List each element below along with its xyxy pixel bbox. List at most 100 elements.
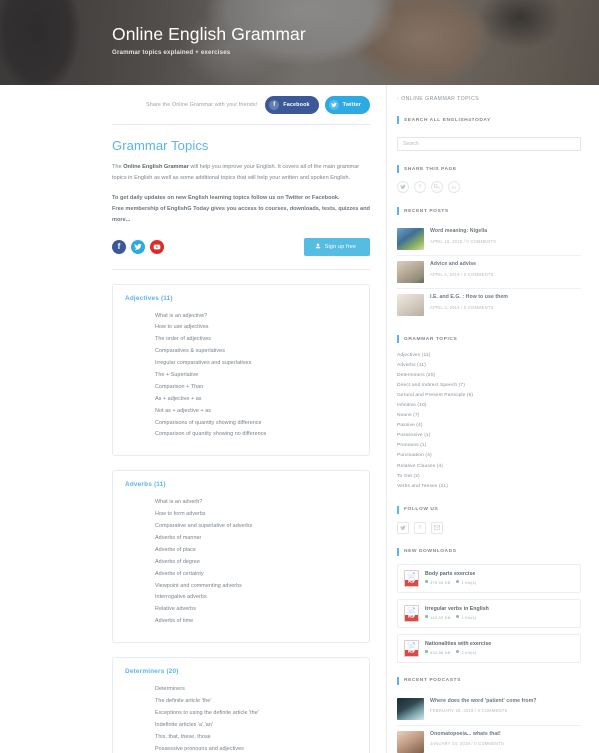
grammar-topic-link[interactable]: Infinitive (10) bbox=[397, 401, 581, 411]
intro-paragraph-1: The Online English Grammar will help you… bbox=[112, 162, 370, 184]
post-thumbnail bbox=[397, 730, 424, 753]
topic-link[interactable]: This, that, these, those bbox=[155, 732, 357, 744]
topic-link[interactable]: Interrogative adverbs bbox=[155, 592, 357, 604]
email-icon[interactable] bbox=[431, 521, 443, 534]
post-list-item[interactable]: Word meaning: Nigella APRIL 10, 2019 / 0 … bbox=[397, 223, 581, 256]
topic-link[interactable]: Not as + adjective + as bbox=[155, 406, 357, 418]
widget-follow-us-title: FOLLOW US bbox=[397, 506, 581, 514]
pdf-file-icon: 📄 PDF bbox=[404, 639, 419, 657]
topic-link[interactable]: How to form adverbs bbox=[155, 509, 357, 521]
download-item[interactable]: 📄 PDF Body parts exercise 475.94 KB 1 file(s… bbox=[397, 563, 581, 593]
post-thumbnail bbox=[397, 261, 424, 283]
download-size: 475.94 KB bbox=[425, 580, 450, 585]
post-list-item[interactable]: I.E. and E.G. : How to use them APRIL 3, … bbox=[397, 289, 581, 321]
topic-link[interactable]: Possessive pronouns and adjectives bbox=[155, 744, 357, 753]
google-plus-icon[interactable]: G + bbox=[431, 181, 443, 193]
download-count: 2 file(s) bbox=[456, 650, 476, 655]
twitter-bird-icon[interactable] bbox=[131, 239, 145, 254]
topic-link[interactable]: Adverbs of place bbox=[155, 545, 357, 557]
topic-link[interactable]: Determiners bbox=[155, 684, 357, 696]
linkedin-icon[interactable]: in bbox=[448, 181, 460, 193]
topic-link[interactable]: Comparison + Than bbox=[155, 382, 357, 394]
grammar-topic-link[interactable]: Punctuation (4) bbox=[397, 451, 581, 461]
post-list-item[interactable]: Onomatopoeia... whats that! JANUARY 24, 2… bbox=[397, 726, 581, 753]
widget-recent-podcasts: RECENT PODCASTS Where does the word 'pat… bbox=[397, 677, 581, 753]
grammar-topic-link[interactable]: Pronouns (1) bbox=[397, 441, 581, 451]
grammar-topic-link[interactable]: Verbs and Tenses (21) bbox=[397, 482, 581, 492]
grammar-topic-link[interactable]: Determiners (20) bbox=[397, 371, 581, 381]
topic-link[interactable]: What is an adjective? bbox=[155, 311, 357, 323]
topic-item-list: Determiners The definite article 'the' Exc… bbox=[125, 684, 357, 753]
pdf-badge: PDF bbox=[405, 649, 418, 656]
topic-link[interactable]: How to use adjectives bbox=[155, 322, 357, 334]
download-meta: 140.52 KB 1 file(s) bbox=[425, 615, 489, 620]
download-item[interactable]: 📄 PDF Nationalities with exercise 634.88 KB… bbox=[397, 633, 581, 663]
post-body: Where does the word 'patient' come from?… bbox=[430, 698, 537, 714]
download-item[interactable]: 📄 PDF Irregular verbs in English 140.52 KB 1… bbox=[397, 598, 581, 628]
topic-link[interactable]: As + adjective + as bbox=[155, 394, 357, 406]
topic-link[interactable]: Exceptions to using the definite article… bbox=[155, 708, 357, 720]
search-input[interactable] bbox=[397, 137, 581, 151]
widget-recent-posts-title: RECENT POSTS bbox=[397, 207, 581, 215]
topic-link[interactable]: Irregular comparatives and superlatives bbox=[155, 358, 357, 370]
topic-link[interactable]: Adverbs of manner bbox=[155, 533, 357, 545]
download-body: Nationalities with exercise 634.88 KB 2 fi… bbox=[425, 641, 491, 655]
topic-link[interactable]: Comparisons of quantity showing differen… bbox=[155, 418, 357, 430]
grammar-topic-link[interactable]: Direct and Indirect Speech (7) bbox=[397, 381, 581, 391]
widget-follow-us: FOLLOW US f bbox=[397, 506, 581, 534]
widget-share-page: SHARE THIS PAGE f G + in bbox=[397, 165, 581, 193]
download-title: Body parts exercise bbox=[425, 571, 476, 578]
pdf-glyph: 📄 bbox=[406, 571, 417, 581]
pdf-badge: PDF bbox=[405, 614, 418, 621]
size-icon bbox=[425, 615, 428, 619]
facebook-f-icon[interactable]: f bbox=[112, 239, 126, 254]
youtube-icon[interactable] bbox=[150, 239, 164, 254]
topic-link[interactable]: Adverbs of degree bbox=[155, 557, 357, 569]
share-facebook-label: Facebook bbox=[283, 102, 310, 108]
social-row: f Sign up free bbox=[112, 237, 370, 256]
post-thumbnail bbox=[397, 697, 424, 720]
post-body: I.E. and E.G. : How to use them APRIL 3, … bbox=[430, 294, 508, 310]
share-twitter-button[interactable]: Twitter bbox=[324, 96, 370, 114]
pdf-glyph: 📄 bbox=[406, 641, 417, 651]
topic-link[interactable]: The definite article 'the' bbox=[155, 696, 357, 708]
grammar-topic-link[interactable]: To Get (2) bbox=[397, 472, 581, 482]
grammar-topic-link[interactable]: Possessive (1) bbox=[397, 431, 581, 441]
grammar-topic-link[interactable]: Passive (4) bbox=[397, 421, 581, 431]
grammar-topic-link[interactable]: Nouns (7) bbox=[397, 411, 581, 421]
facebook-icon[interactable]: f bbox=[414, 181, 426, 193]
topic-link[interactable]: What is an adverb? bbox=[155, 497, 357, 509]
topic-link[interactable]: Comparative and superlative of adverbs bbox=[155, 521, 357, 533]
grammar-topic-link[interactable]: Adverbs (11) bbox=[397, 361, 581, 371]
topic-link[interactable]: Comparatives & superlatives bbox=[155, 346, 357, 358]
topic-link[interactable]: Adverbs of certainty bbox=[155, 569, 357, 581]
twitter-icon[interactable] bbox=[397, 181, 409, 193]
topic-card-title: Adverbs (11) bbox=[125, 481, 166, 489]
post-list-item[interactable]: Where does the word 'patient' come from?… bbox=[397, 693, 581, 726]
signup-free-button[interactable]: Sign up free bbox=[303, 237, 370, 256]
download-title: Irregular verbs in English bbox=[425, 606, 489, 613]
topic-link[interactable]: Comparison of quantity showing no differ… bbox=[155, 429, 357, 441]
topic-link[interactable]: Indefinite articles 'a','an' bbox=[155, 720, 357, 732]
widget-recent-posts: RECENT POSTS Word meaning: Nigella APRIL … bbox=[397, 207, 581, 321]
topic-link[interactable]: Relative adverbs bbox=[155, 604, 357, 616]
user-icon bbox=[315, 243, 321, 251]
breadcrumb[interactable]: ‹ ONLINE GRAMMAR TOPICS bbox=[397, 96, 581, 102]
topic-link[interactable]: Viewpoint and commenting adverbs bbox=[155, 581, 357, 593]
facebook-f-icon: f bbox=[269, 100, 280, 110]
post-list-item[interactable]: Advice and advise APRIL 4, 2019 / 0 COMME… bbox=[397, 256, 581, 289]
grammar-topic-link[interactable]: Gerund and Present Participle (6) bbox=[397, 391, 581, 401]
topic-link[interactable]: Adverbs of time bbox=[155, 616, 357, 628]
facebook-icon[interactable]: f bbox=[414, 521, 426, 534]
share-bar-label: Share the Online Grammar with your frien… bbox=[146, 102, 258, 108]
topic-link[interactable]: The + Superlative bbox=[155, 370, 357, 382]
intro-paragraph-2: To get daily updates on new English lear… bbox=[112, 194, 340, 201]
intro-paragraph-3: Free membership of EnglishG Today gives … bbox=[112, 205, 370, 223]
grammar-topic-link[interactable]: Adjectives (11) bbox=[397, 351, 581, 361]
download-count-icon bbox=[456, 615, 460, 619]
share-facebook-button[interactable]: f Facebook bbox=[265, 96, 319, 114]
topic-link[interactable]: The order of adjectives bbox=[155, 334, 357, 346]
topic-card-title: Determiners (20) bbox=[125, 668, 179, 676]
twitter-icon[interactable] bbox=[397, 521, 409, 534]
grammar-topic-link[interactable]: Relative Clauses (4) bbox=[397, 462, 581, 472]
